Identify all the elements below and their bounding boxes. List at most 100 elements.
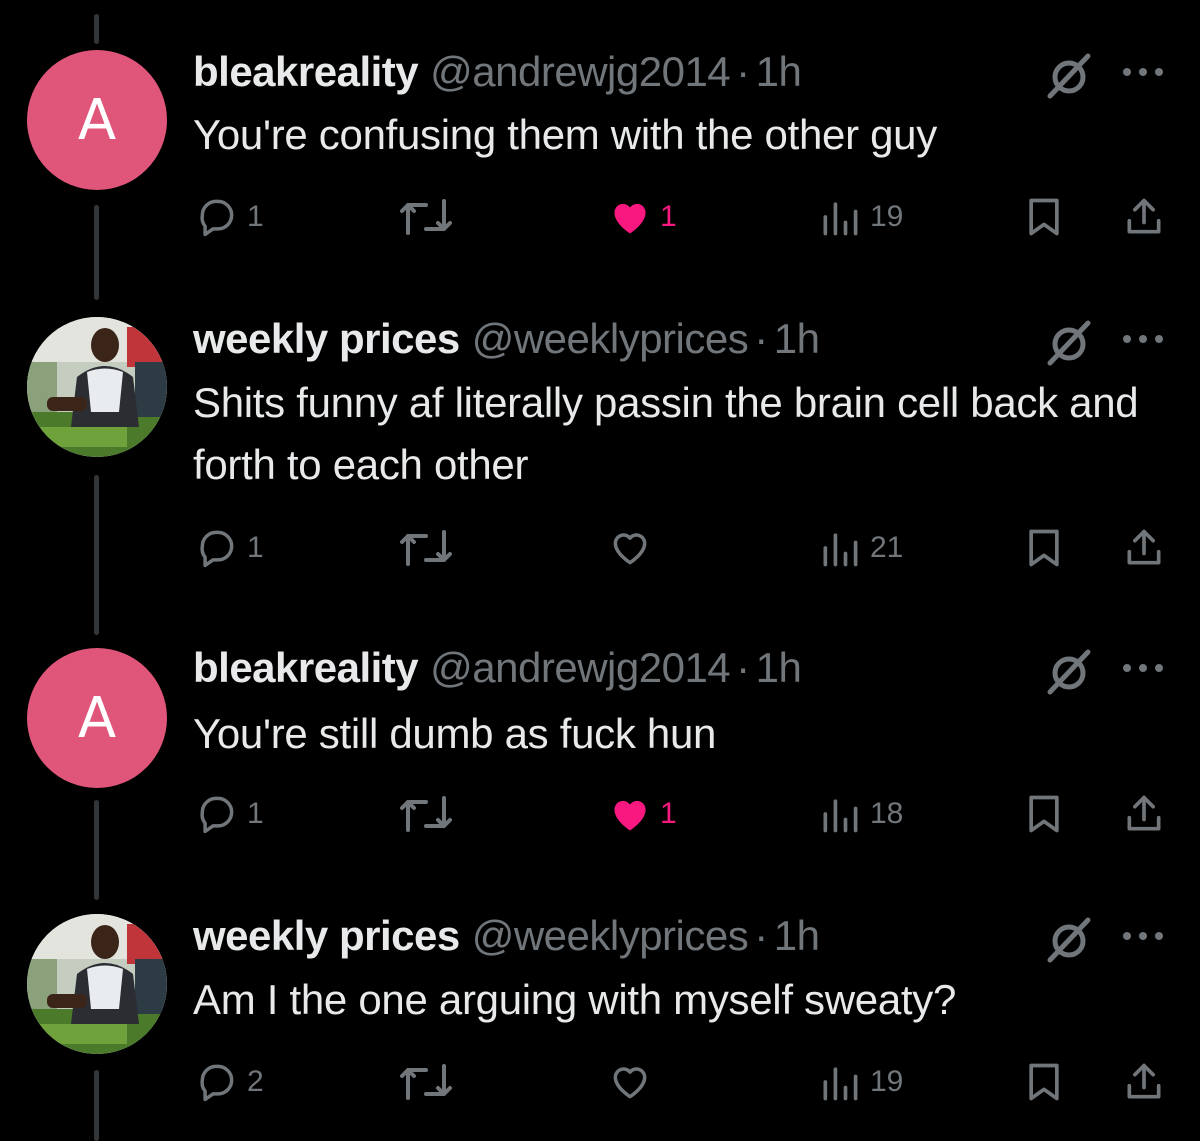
reply-button[interactable]: 1	[195, 190, 264, 244]
share-button[interactable]	[1122, 1055, 1166, 1109]
avatar-letter: A	[77, 685, 117, 751]
timestamp[interactable]: 1h	[756, 48, 802, 96]
view-count: 21	[870, 531, 904, 564]
retweet-icon	[400, 796, 452, 832]
share-icon	[1127, 1063, 1161, 1099]
timestamp[interactable]: 1h	[756, 644, 802, 692]
share-icon	[1127, 795, 1161, 831]
bookmark-icon	[1029, 1063, 1059, 1101]
separator: ·	[754, 315, 768, 362]
reply-button[interactable]: 2	[195, 1055, 264, 1109]
avatar[interactable]: A	[27, 50, 167, 190]
like-button[interactable]: 1	[608, 787, 677, 841]
avatar[interactable]	[27, 317, 167, 457]
share-button[interactable]	[1122, 787, 1166, 841]
more-icon[interactable]	[1115, 646, 1171, 686]
reply-icon	[200, 530, 234, 568]
grok-icon[interactable]	[1044, 50, 1094, 100]
reply-button[interactable]: 1	[195, 521, 264, 575]
timestamp[interactable]: 1h	[774, 912, 820, 960]
bookmark-button[interactable]	[1022, 190, 1066, 244]
tweet-text: Shits funny af literally passin the brai…	[193, 379, 1139, 488]
tweet-text: You're still dumb as fuck hun	[193, 710, 717, 757]
bookmark-icon	[1029, 529, 1059, 567]
heart-icon	[613, 533, 647, 565]
grok-icon[interactable]	[1044, 646, 1094, 696]
retweet-button[interactable]	[398, 190, 454, 244]
views-icon	[823, 202, 858, 236]
tweet-actions: 1 21	[0, 521, 1200, 575]
share-icon	[1127, 529, 1161, 565]
like-button[interactable]	[608, 521, 660, 575]
views-icon	[823, 533, 858, 567]
reply-icon	[200, 199, 234, 237]
like-count: 1	[660, 797, 677, 830]
user-handle[interactable]: @weeklyprices	[472, 315, 749, 363]
tweet-text: You're confusing them with the other guy	[193, 111, 937, 158]
avatar[interactable]	[27, 914, 167, 1054]
grok-icon[interactable]	[1044, 317, 1094, 367]
view-count: 19	[870, 200, 904, 233]
tweet-header: weekly prices @weeklyprices · 1h	[193, 912, 820, 962]
reply-button[interactable]: 1	[195, 787, 264, 841]
views-button[interactable]: 19	[818, 1055, 903, 1109]
profile-photo	[27, 317, 167, 457]
user-handle[interactable]: @andrewjg2014	[430, 644, 731, 692]
tweet-actions: 1 1 18	[0, 787, 1200, 841]
thread-connector	[94, 14, 99, 44]
user-handle[interactable]: @weeklyprices	[472, 912, 749, 960]
bookmark-button[interactable]	[1022, 787, 1066, 841]
avatar[interactable]: A	[27, 648, 167, 788]
share-icon	[1127, 198, 1161, 234]
tweet-header: bleakreality @andrewjg2014 · 1h	[193, 644, 802, 694]
user-handle[interactable]: @andrewjg2014	[430, 48, 731, 96]
tweet-actions: 1 1 19	[0, 190, 1200, 244]
views-icon	[823, 799, 858, 833]
more-icon[interactable]	[1115, 914, 1171, 954]
more-icon[interactable]	[1115, 317, 1171, 357]
display-name[interactable]: bleakreality	[193, 644, 419, 692]
more-icon[interactable]	[1115, 50, 1171, 90]
reply-count: 2	[247, 1065, 264, 1098]
reply-thread: A bleakreality @andrewjg2014 · 1h You're…	[0, 0, 1200, 1141]
share-button[interactable]	[1122, 521, 1166, 575]
profile-photo	[27, 914, 167, 1054]
like-button[interactable]	[608, 1055, 660, 1109]
views-button[interactable]: 21	[818, 521, 903, 575]
retweet-icon	[400, 1064, 452, 1100]
view-count: 18	[870, 797, 904, 830]
grok-icon[interactable]	[1044, 914, 1094, 964]
separator: ·	[754, 912, 768, 959]
views-button[interactable]: 18	[818, 787, 903, 841]
retweet-button[interactable]	[398, 787, 454, 841]
heart-icon	[613, 1067, 647, 1099]
bookmark-icon	[1029, 198, 1059, 236]
tweet-header: bleakreality @andrewjg2014 · 1h	[193, 48, 802, 98]
reply-icon	[200, 796, 234, 834]
retweet-button[interactable]	[398, 1055, 454, 1109]
like-button[interactable]: 1	[608, 190, 677, 244]
separator: ·	[736, 48, 750, 95]
separator: ·	[736, 644, 750, 691]
tweet-text: Am I the one arguing with myself sweaty?	[193, 976, 957, 1023]
avatar-letter: A	[77, 87, 117, 153]
views-icon	[823, 1067, 858, 1101]
reply-count: 1	[247, 200, 264, 233]
heart-icon	[614, 800, 646, 831]
retweet-button[interactable]	[398, 521, 454, 575]
reply-count: 1	[247, 531, 264, 564]
reply-icon	[200, 1064, 234, 1102]
heart-icon	[614, 203, 646, 234]
views-button[interactable]: 19	[818, 190, 903, 244]
share-button[interactable]	[1122, 190, 1166, 244]
tweet-header: weekly prices @weeklyprices · 1h	[193, 315, 820, 365]
view-count: 19	[870, 1065, 904, 1098]
display-name[interactable]: bleakreality	[193, 48, 419, 96]
bookmark-button[interactable]	[1022, 1055, 1066, 1109]
bookmark-button[interactable]	[1022, 521, 1066, 575]
timestamp[interactable]: 1h	[774, 315, 820, 363]
reply-count: 1	[247, 797, 264, 830]
display-name[interactable]: weekly prices	[193, 315, 460, 363]
like-count: 1	[660, 200, 677, 233]
display-name[interactable]: weekly prices	[193, 912, 460, 960]
